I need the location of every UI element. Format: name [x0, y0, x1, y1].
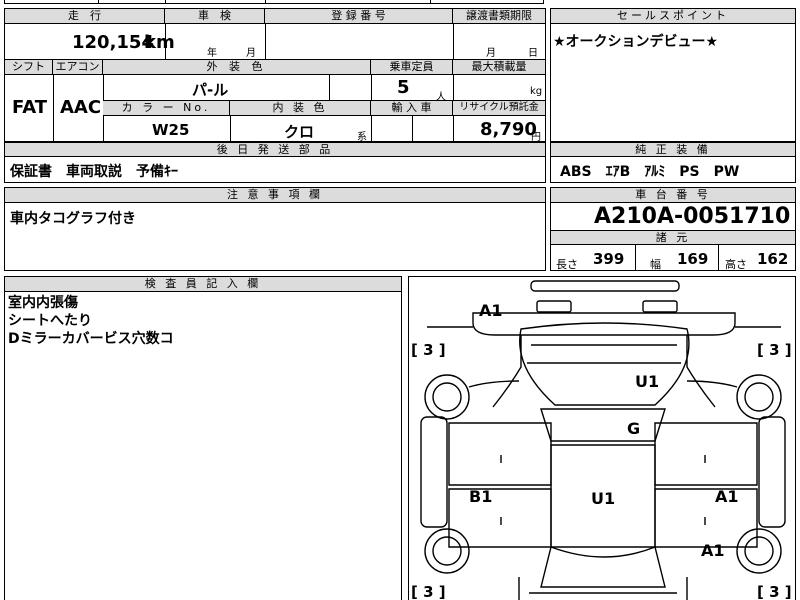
inspector-header: 検 査 員 記 入 欄: [5, 277, 401, 292]
color-no-header: カ ラ ー No.: [103, 101, 230, 116]
odometer-header: 走 行: [5, 9, 165, 24]
registration-header: 登 録 番 号: [265, 9, 453, 24]
chassis-number: A210A-0051710: [594, 204, 791, 229]
diagram-wheel-fr: [736, 528, 782, 574]
recycle-header: リサイクル預託金: [453, 101, 545, 116]
info-table: [4, 8, 546, 142]
mark-a1-right: A1: [715, 487, 739, 506]
inspection-month-unit: 月: [246, 48, 256, 59]
import-header: 輸 入 車: [371, 101, 453, 116]
later-parts-header: 後 日 発 送 部 品: [5, 143, 545, 157]
mark-g: G: [627, 419, 641, 438]
exterior-color-value: パ-ル: [192, 81, 229, 99]
mark-b1: B1: [469, 487, 493, 506]
odometer-unit: km: [144, 32, 175, 53]
max-load-header: 最大積載量: [453, 60, 545, 75]
sales-point-box: [550, 8, 796, 142]
inspector-line-2: シートへたり: [8, 313, 92, 329]
diagram-door-rl: [448, 422, 552, 486]
interior-color-suffix: 系: [357, 132, 367, 143]
sales-point-text: ★オークションデビュー★: [553, 34, 719, 50]
mark-tire-tl: [ 3 ]: [411, 341, 446, 359]
mark-tire-bl: [ 3 ]: [411, 583, 446, 600]
spec-width-value: 169: [677, 250, 709, 268]
interior-color-value: クロ: [284, 123, 315, 141]
mark-a1-lower: A1: [701, 541, 725, 560]
equipment-header: 純 正 装 備: [551, 143, 795, 157]
notes-header: 注 意 事 項 欄: [5, 188, 545, 203]
mark-u1-mid: U1: [591, 489, 616, 508]
diagram-top-bar: [530, 280, 680, 292]
car-diagram: A1 U1 G B1 U1 A1 A1 [ 3 ] [ 3 ] [ 3 ] [ …: [408, 276, 796, 600]
specs-header: 諸 元: [551, 230, 795, 245]
capacity-value: 5: [397, 77, 410, 98]
shift-value: FAT: [12, 97, 48, 118]
diagram-rear-lamp-right: [642, 300, 678, 313]
sales-point-header: セールスポイント: [551, 9, 795, 24]
notes-text: 車内タコグラフ付き: [10, 211, 136, 227]
inspection-year-unit: 年: [207, 48, 217, 59]
inspector-line-3: Dミラーカバービス穴数コ: [8, 331, 174, 347]
recycle-unit: 円: [531, 132, 541, 143]
inspection-header: 車 検: [165, 9, 265, 24]
capacity-header: 乗車定員: [371, 60, 453, 75]
diagram-door-rr: [654, 422, 758, 486]
recycle-value: 8,790: [480, 119, 537, 140]
transfer-month-unit: 月: [486, 48, 496, 59]
aircon-value: AAC: [60, 97, 102, 118]
odometer-value: 120,154: [72, 32, 154, 53]
max-load-unit: kg: [530, 86, 543, 97]
transfer-day-unit: 日: [528, 48, 538, 59]
diagram-roof-back: [540, 408, 666, 442]
diagram-rear-lamp-left: [536, 300, 572, 313]
spec-width-label: 幅: [650, 258, 661, 271]
diagram-rear-bumper: [472, 312, 736, 336]
diagram-wheel-rr: [736, 374, 782, 420]
spec-height-label: 高さ: [725, 258, 747, 271]
aircon-header: エアコン: [53, 60, 103, 75]
spec-length-value: 399: [593, 250, 625, 268]
mark-u1-top: U1: [635, 372, 660, 391]
exterior-color-header: 外 装 色: [103, 60, 371, 75]
mark-tire-tr: [ 3 ]: [757, 341, 792, 359]
interior-color-header: 内 装 色: [230, 101, 371, 116]
diagram-wheel-fl: [424, 528, 470, 574]
spec-height-value: 162: [757, 250, 789, 268]
diagram-wheel-rl: [424, 374, 470, 420]
mark-tire-br: [ 3 ]: [757, 583, 792, 600]
transfer-header: 譲渡書類期限: [453, 9, 545, 24]
inspector-line-1: 室内内張傷: [8, 295, 78, 311]
color-no-value: W25: [152, 121, 190, 139]
shift-header: シフト: [5, 60, 53, 75]
mark-front-a1: A1: [479, 301, 503, 320]
later-parts-text: 保証書 車両取説 予備ｷｰ: [10, 164, 178, 180]
diagram-windshield: [540, 546, 666, 588]
spec-length-label: 長さ: [556, 258, 578, 271]
chassis-header: 車 台 番 号: [551, 188, 795, 203]
equipment-text: ABS ｴｱB ｱﾙﾐ PS PW: [560, 164, 740, 180]
top-partial-row: [4, 0, 544, 4]
